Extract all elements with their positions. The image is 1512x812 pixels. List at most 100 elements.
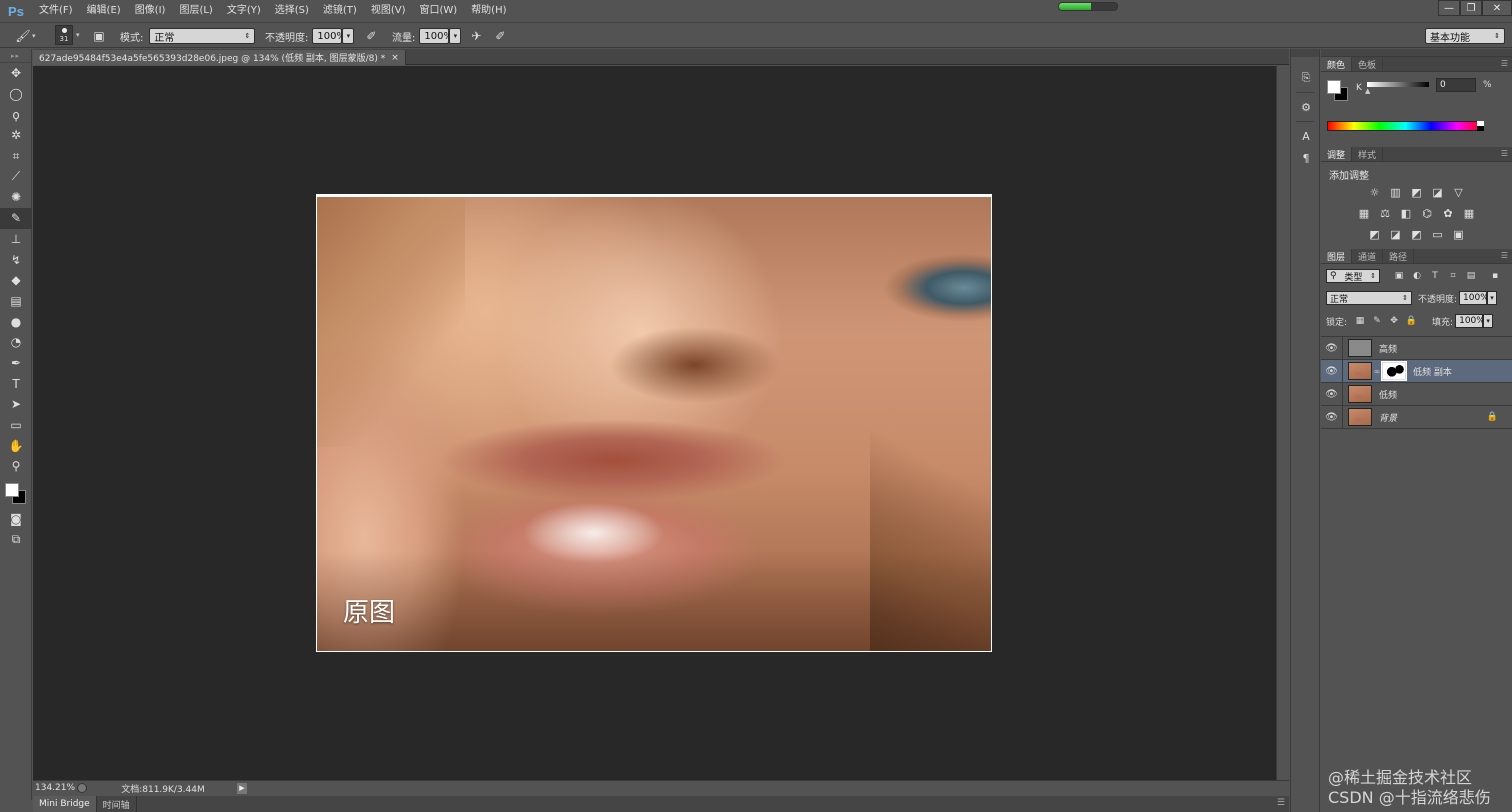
clone-stamp-icon[interactable]: ⊥ bbox=[0, 229, 32, 250]
link-icon[interactable]: ∞ bbox=[1372, 367, 1382, 376]
healing-brush-icon[interactable]: ✺ bbox=[0, 187, 32, 208]
eye-icon[interactable]: 👁 bbox=[1321, 359, 1343, 383]
horizontal-scrollbar[interactable] bbox=[289, 781, 1289, 796]
pressure-size-icon[interactable]: ✐ bbox=[491, 27, 509, 45]
eraser-icon[interactable]: ◆ bbox=[0, 270, 32, 291]
status-info-icon[interactable] bbox=[77, 783, 87, 793]
lasso-icon[interactable]: ϙ bbox=[0, 104, 32, 125]
rectangle-icon[interactable]: ▭ bbox=[0, 415, 32, 436]
tab-color[interactable]: 颜色 bbox=[1321, 57, 1353, 71]
layer-mask-thumbnail[interactable] bbox=[1381, 361, 1407, 381]
eye-icon[interactable]: 👁 bbox=[1321, 382, 1343, 406]
selective-color-icon[interactable]: ▣ bbox=[1450, 226, 1467, 243]
magic-wand-icon[interactable]: ✲ bbox=[0, 125, 32, 146]
layer-row-selected[interactable]: 👁 ∞ 低频 副本 bbox=[1321, 359, 1512, 383]
menu-edit[interactable]: 编辑(E) bbox=[80, 0, 128, 22]
tab-channels[interactable]: 通道 bbox=[1352, 249, 1384, 263]
brush-icon[interactable]: ✎ bbox=[0, 207, 32, 229]
character-panel-icon[interactable]: A bbox=[1291, 125, 1321, 147]
menu-window[interactable]: 窗口(W) bbox=[412, 0, 464, 22]
menu-type[interactable]: 文字(Y) bbox=[220, 0, 268, 22]
fill-field[interactable]: 100% bbox=[1455, 314, 1485, 328]
marquee-icon[interactable]: ◯ bbox=[0, 84, 32, 105]
menu-layer[interactable]: 图层(L) bbox=[172, 0, 219, 22]
dodge-icon[interactable]: ◔ bbox=[0, 332, 32, 353]
opacity-field[interactable]: 100% bbox=[312, 28, 346, 44]
layer-row[interactable]: 👁 高频 bbox=[1321, 336, 1512, 360]
blend-mode-dropdown[interactable]: 正常 ⇕ bbox=[1326, 291, 1412, 305]
document-image[interactable]: 原图 bbox=[316, 194, 992, 652]
flow-slider-button[interactable]: ▾ bbox=[449, 28, 462, 44]
document-tab[interactable]: 627ade95484f53e4a5fe565393d28e06.jpeg @ … bbox=[33, 50, 406, 65]
layer-row[interactable]: 👁 背景 🔒 bbox=[1321, 405, 1512, 429]
eye-icon[interactable]: 👁 bbox=[1321, 405, 1343, 429]
workspace-dropdown[interactable]: 基本功能 ⇕ bbox=[1425, 28, 1505, 44]
lock-transparent-icon[interactable]: ▦ bbox=[1353, 314, 1367, 328]
vertical-scrollbar[interactable] bbox=[1276, 66, 1289, 780]
levels-icon[interactable]: ▥ bbox=[1387, 184, 1404, 201]
flow-field[interactable]: 100% bbox=[419, 28, 453, 44]
slider-thumb-icon[interactable]: ▲ bbox=[1365, 87, 1370, 95]
zoom-field[interactable]: 134.21% bbox=[33, 783, 75, 793]
history-panel-icon[interactable]: ⎘ bbox=[1291, 67, 1321, 89]
channel-mixer-icon[interactable]: ✿ bbox=[1440, 205, 1457, 222]
foreground-color-swatch[interactable] bbox=[1327, 80, 1341, 94]
color-swatches[interactable] bbox=[0, 477, 32, 509]
gradient-icon[interactable]: ▤ bbox=[0, 291, 32, 312]
menu-view[interactable]: 视图(V) bbox=[364, 0, 413, 22]
brush-size-picker[interactable]: 31 ▾ bbox=[55, 25, 80, 45]
menu-select[interactable]: 选择(S) bbox=[268, 0, 316, 22]
crop-icon[interactable]: ⌗ bbox=[0, 146, 32, 167]
screen-mode-icon[interactable]: ⧉ bbox=[0, 529, 32, 550]
shape-filter-icon[interactable]: ⌗ bbox=[1446, 269, 1460, 283]
black-white-swatch[interactable] bbox=[1477, 121, 1484, 131]
gradient-map-icon[interactable]: ▭ bbox=[1429, 226, 1446, 243]
foreground-color-swatch[interactable] bbox=[5, 482, 19, 497]
photo-filter-icon[interactable]: ⌬ bbox=[1419, 205, 1436, 222]
lock-all-icon[interactable]: 🔒 bbox=[1404, 314, 1418, 328]
smart-object-filter-icon[interactable]: ▤ bbox=[1464, 269, 1478, 283]
pen-icon[interactable]: ✒ bbox=[0, 353, 32, 374]
restore-button[interactable]: ❐ bbox=[1460, 0, 1482, 16]
opacity-slider-button[interactable]: ▾ bbox=[342, 28, 355, 44]
eyedropper-icon[interactable]: ⟋ bbox=[0, 166, 32, 187]
panel-menu-icon[interactable]: ☰ bbox=[1501, 149, 1508, 158]
path-selection-icon[interactable]: ➤ bbox=[0, 394, 32, 415]
menu-image[interactable]: 图像(I) bbox=[128, 0, 173, 22]
threshold-icon[interactable]: ◩ bbox=[1408, 226, 1425, 243]
k-slider[interactable] bbox=[1367, 82, 1429, 87]
color-balance-icon[interactable]: ⚖ bbox=[1377, 205, 1394, 222]
color-lookup-icon[interactable]: ▦ bbox=[1461, 205, 1478, 222]
hue-saturation-icon[interactable]: ▦ bbox=[1356, 205, 1373, 222]
panel-menu-icon[interactable]: ☰ bbox=[1277, 798, 1285, 808]
paragraph-panel-icon[interactable]: ¶ bbox=[1291, 147, 1321, 169]
type-icon[interactable]: T bbox=[0, 373, 32, 394]
adjustment-filter-icon[interactable]: ◐ bbox=[1410, 269, 1424, 283]
move-icon[interactable]: ✥ bbox=[0, 63, 32, 84]
lock-position-icon[interactable]: ✥ bbox=[1387, 314, 1401, 328]
tab-layers[interactable]: 图层 bbox=[1321, 249, 1353, 263]
k-value-field[interactable]: 0 bbox=[1436, 78, 1476, 92]
fill-slider[interactable]: ▾ bbox=[1483, 314, 1494, 328]
curves-icon[interactable]: ◩ bbox=[1408, 184, 1425, 201]
blur-icon[interactable]: ● bbox=[0, 311, 32, 332]
close-tab-icon[interactable]: × bbox=[391, 53, 399, 63]
hand-icon[interactable]: ✋ bbox=[0, 435, 32, 456]
toolbar-grip[interactable]: ▸▸ bbox=[0, 49, 31, 63]
panel-grip[interactable] bbox=[1321, 49, 1512, 57]
properties-panel-icon[interactable]: ⚙ bbox=[1291, 96, 1321, 118]
type-filter-icon[interactable]: T bbox=[1428, 269, 1442, 283]
panel-menu-icon[interactable]: ☰ bbox=[1501, 59, 1508, 68]
panel-menu-icon[interactable]: ☰ bbox=[1501, 251, 1508, 260]
exposure-icon[interactable]: ◪ bbox=[1429, 184, 1446, 201]
eye-icon[interactable]: 👁 bbox=[1321, 336, 1343, 360]
status-menu-arrow[interactable]: ▶ bbox=[237, 782, 247, 794]
minimize-button[interactable]: — bbox=[1438, 0, 1460, 16]
tab-paths[interactable]: 路径 bbox=[1383, 249, 1415, 263]
dock-grip[interactable] bbox=[1291, 49, 1319, 57]
menu-help[interactable]: 帮助(H) bbox=[464, 0, 513, 22]
mode-dropdown[interactable]: 正常 ⇕ bbox=[149, 28, 256, 44]
tool-preset-picker[interactable]: 🖌 ▾ bbox=[14, 27, 35, 45]
tab-mini-bridge[interactable]: Mini Bridge bbox=[33, 796, 97, 812]
layer-opacity-slider[interactable]: ▾ bbox=[1487, 291, 1498, 305]
